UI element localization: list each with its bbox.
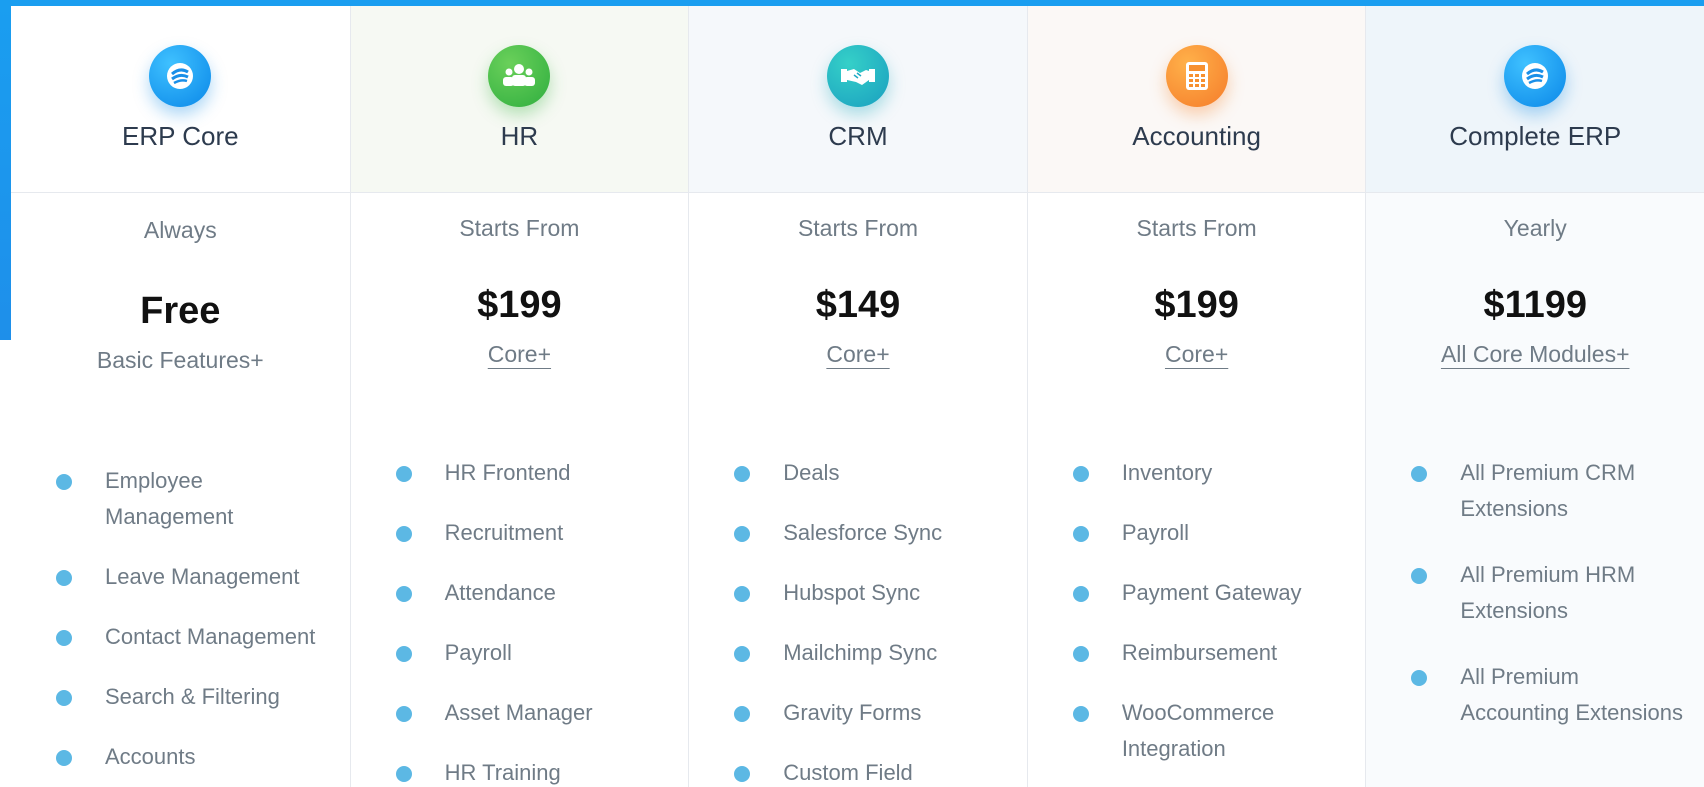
plan-name: Complete ERP bbox=[1449, 121, 1622, 151]
plan-accounting: Accounting Starts From $199 Core+ Invent… bbox=[1026, 6, 1366, 787]
feature-item: Mailchimp Sync bbox=[689, 635, 1027, 671]
feature-item: Accounts bbox=[11, 739, 350, 775]
plan-header: ERP Core bbox=[11, 6, 350, 193]
feature-item: Inventory bbox=[1028, 455, 1366, 491]
bullet-icon bbox=[734, 766, 751, 782]
feature-item: HR Frontend bbox=[351, 455, 689, 491]
plan-complete-erp: Complete ERP Yearly $1199 All Core Modul… bbox=[1365, 6, 1704, 787]
plan-erp-core: ERP Core Always Free Basic Features+ Emp… bbox=[11, 6, 350, 787]
feature-list: Employee Management Leave Management Con… bbox=[11, 463, 350, 787]
bullet-icon bbox=[395, 646, 412, 662]
plan-subhead: Starts From bbox=[797, 215, 919, 241]
bullet-icon bbox=[395, 586, 412, 602]
plan-note: Basic Features+ bbox=[96, 347, 264, 373]
bullet-icon bbox=[395, 766, 412, 782]
feature-item: Reimbursement bbox=[1028, 635, 1366, 671]
bullet-icon bbox=[395, 706, 412, 722]
bullet-icon bbox=[734, 706, 751, 722]
plan-body: Starts From $199 Core+ Inventory Payroll… bbox=[1028, 193, 1366, 787]
bullet-icon bbox=[1411, 568, 1428, 584]
feature-item: Hubspot Sync bbox=[689, 575, 1027, 611]
feature-item: Recruitment bbox=[351, 515, 689, 551]
bullet-icon bbox=[1072, 526, 1089, 542]
feature-item: All Premium Accounting Extensions bbox=[1366, 659, 1704, 731]
erp-logo-icon bbox=[149, 45, 212, 107]
feature-item: Deals bbox=[689, 455, 1027, 491]
plan-price: $1199 bbox=[1483, 284, 1588, 326]
bullet-icon bbox=[56, 750, 72, 766]
feature-item: Payroll bbox=[1028, 515, 1366, 551]
bullet-icon bbox=[56, 474, 72, 490]
bullet-icon bbox=[1072, 706, 1089, 722]
feature-item: Leave Management bbox=[11, 559, 350, 595]
plan-header: Complete ERP bbox=[1366, 6, 1704, 193]
feature-list: Inventory Payroll Payment Gateway Reimbu… bbox=[1028, 455, 1366, 787]
feature-item: Employee Management bbox=[11, 463, 350, 535]
bullet-icon bbox=[56, 630, 72, 646]
bullet-icon bbox=[395, 526, 412, 542]
bullet-icon bbox=[1411, 466, 1428, 482]
team-icon bbox=[488, 45, 551, 107]
plan-header: CRM bbox=[689, 6, 1027, 193]
plan-subhead: Yearly bbox=[1503, 215, 1567, 241]
feature-item: Search & Filtering bbox=[11, 679, 350, 715]
bullet-icon bbox=[734, 586, 751, 602]
bullet-icon bbox=[734, 526, 751, 542]
plan-crm: CRM Starts From $149 Core+ Deals Salesfo… bbox=[688, 6, 1027, 787]
feature-item: Salesforce Sync bbox=[689, 515, 1027, 551]
plan-name: CRM bbox=[828, 121, 888, 151]
feature-item: Custom Field bbox=[689, 755, 1027, 787]
bullet-icon bbox=[1072, 646, 1089, 662]
feature-item: Payroll bbox=[351, 635, 689, 671]
feature-item: Payment Gateway bbox=[1028, 575, 1366, 611]
plan-body: Starts From $149 Core+ Deals Salesforce … bbox=[689, 193, 1027, 787]
feature-list: HR Frontend Recruitment Attendance Payro… bbox=[351, 455, 689, 787]
plan-subhead: Always bbox=[143, 217, 217, 243]
feature-item: Gravity Forms bbox=[689, 695, 1027, 731]
plan-name: HR bbox=[500, 121, 539, 151]
bullet-icon bbox=[1411, 670, 1428, 686]
feature-item: WooCommerce Integration bbox=[1028, 695, 1366, 767]
bullet-icon bbox=[395, 466, 412, 482]
pricing-table: ERP Core Always Free Basic Features+ Emp… bbox=[11, 6, 1704, 787]
plan-header: HR bbox=[350, 6, 689, 193]
plan-header: Accounting bbox=[1027, 6, 1366, 193]
plan-hr: HR Starts From $199 Core+ HR Frontend Re… bbox=[349, 6, 689, 787]
all-core-modules-link[interactable]: All Core Modules+ bbox=[1441, 341, 1630, 368]
plan-body: Yearly $1199 All Core Modules+ All Premi… bbox=[1366, 193, 1704, 787]
erp-logo-icon bbox=[1504, 45, 1567, 107]
plan-price: $199 bbox=[1154, 284, 1239, 326]
plan-subhead: Starts From bbox=[1136, 215, 1257, 241]
bullet-icon bbox=[734, 466, 751, 482]
feature-list: Deals Salesforce Sync Hubspot Sync Mailc… bbox=[689, 455, 1027, 787]
plan-price: Free bbox=[140, 290, 221, 332]
bullet-icon bbox=[1072, 586, 1089, 602]
plan-body: Always Free Basic Features+ Employee Man… bbox=[11, 193, 350, 787]
feature-item: Asset Manager bbox=[351, 695, 689, 731]
core-plus-link[interactable]: Core+ bbox=[826, 341, 889, 368]
plan-subhead: Starts From bbox=[459, 215, 580, 241]
bullet-icon bbox=[56, 690, 72, 706]
core-plus-link[interactable]: Core+ bbox=[1165, 341, 1228, 368]
calculator-icon bbox=[1165, 45, 1228, 107]
feature-item: All Premium HRM Extensions bbox=[1366, 557, 1704, 629]
feature-item: Attendance bbox=[351, 575, 689, 611]
feature-item: All Premium CRM Extensions bbox=[1366, 455, 1704, 527]
handshake-icon bbox=[827, 45, 889, 107]
plan-name: Accounting bbox=[1132, 121, 1261, 151]
plan-name: ERP Core bbox=[122, 121, 239, 151]
core-plus-link[interactable]: Core+ bbox=[488, 341, 551, 368]
plan-body: Starts From $199 Core+ HR Frontend Recru… bbox=[351, 193, 689, 787]
plan-price: $199 bbox=[477, 284, 562, 326]
bullet-icon bbox=[56, 570, 72, 586]
bullet-icon bbox=[734, 646, 751, 662]
plan-price: $149 bbox=[815, 284, 901, 326]
feature-list: All Premium CRM Extensions All Premium H… bbox=[1366, 455, 1704, 761]
feature-item: HR Training bbox=[351, 755, 689, 787]
feature-item: Contact Management bbox=[11, 619, 350, 655]
bullet-icon bbox=[1072, 466, 1089, 482]
